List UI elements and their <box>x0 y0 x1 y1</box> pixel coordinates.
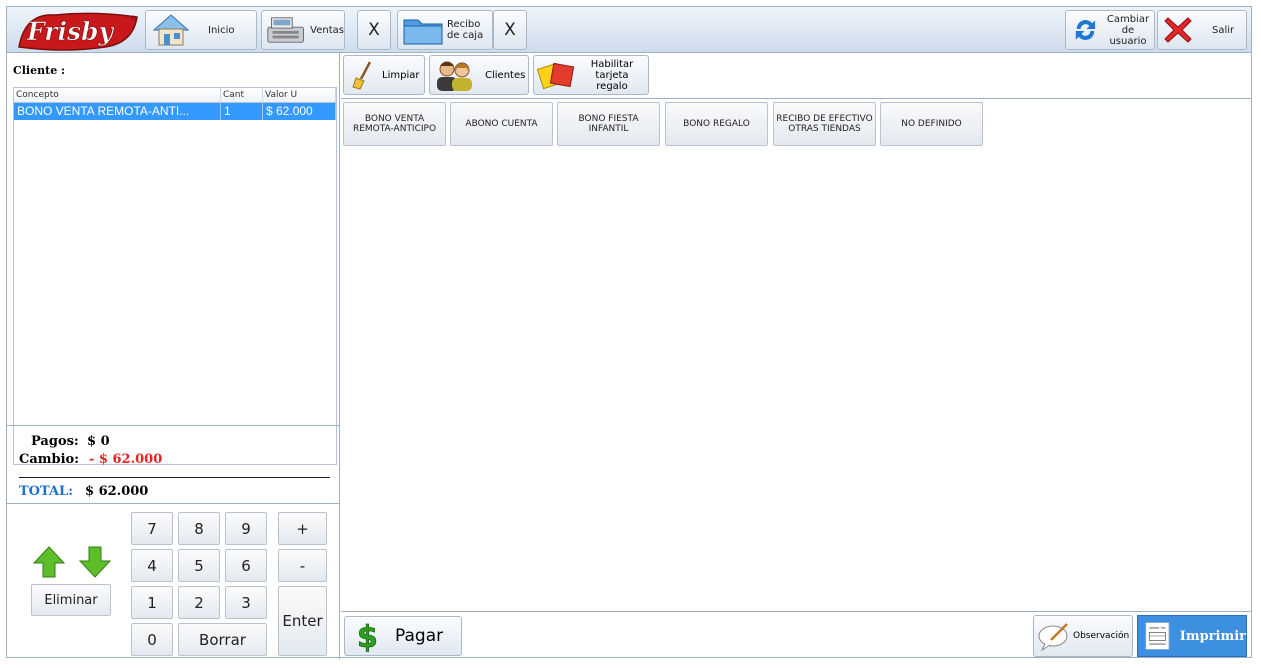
cambiar-usuario-button[interactable]: Cambiar de usuario <box>1065 10 1155 50</box>
ventas-close-label: X <box>368 20 380 40</box>
habilitar-tarjeta-regalo-button[interactable]: Habilitar tarjeta regalo <box>533 55 649 95</box>
total-label: TOTAL: <box>19 484 73 499</box>
observacion-button[interactable]: Observación <box>1033 615 1133 657</box>
recibo-close-label: X <box>504 20 516 40</box>
home-icon <box>152 14 190 46</box>
concept-abono-cuenta[interactable]: ABONO CUENTA <box>450 102 553 146</box>
key-9[interactable]: 9 <box>225 512 267 545</box>
inicio-label: Inicio <box>208 24 235 36</box>
pagos-value: $ 0 <box>87 434 110 449</box>
arrow-up-icon[interactable] <box>31 544 67 580</box>
pagos-label: Pagos: <box>31 434 79 449</box>
concept-bono-regalo[interactable]: BONO REGALO <box>665 102 768 146</box>
key-4[interactable]: 4 <box>131 549 173 582</box>
broom-icon <box>352 61 372 90</box>
order-grid[interactable]: Concepto Cant Valor U BONO VENTA REMOTA-… <box>13 87 337 465</box>
row-cant: 1 <box>221 103 263 120</box>
key-8[interactable]: 8 <box>178 512 220 545</box>
recibo-close-button[interactable]: X <box>493 10 527 50</box>
pagar-button[interactable]: $ Pagar <box>344 616 462 656</box>
people-icon <box>437 61 472 91</box>
bottom-bar: $ Pagar Observación Imprimir <box>341 611 1252 659</box>
salir-label: Salir <box>1212 24 1235 36</box>
red-x-icon <box>1164 17 1192 43</box>
cambio-value: - $ 62.000 <box>89 452 163 467</box>
totals-divider <box>19 477 330 478</box>
plus-button[interactable]: + <box>278 512 327 545</box>
cash-register-icon <box>267 17 304 43</box>
recibo-label: Recibo de caja <box>447 19 484 41</box>
recibo-de-caja-button[interactable]: Recibo de caja <box>397 10 493 50</box>
key-1[interactable]: 1 <box>131 586 173 619</box>
top-toolbar: Frisby ® Inicio Ventas X Recibo de caja … <box>7 7 1251 53</box>
key-0[interactable]: 0 <box>131 623 173 656</box>
row-concepto: BONO VENTA REMOTA-ANTI... <box>14 103 221 120</box>
table-row[interactable]: BONO VENTA REMOTA-ANTI... 1 $ 62.000 <box>14 103 336 120</box>
cambiar-usuario-label: Cambiar de usuario <box>1106 13 1150 47</box>
cliente-label: Cliente : <box>13 64 66 77</box>
imprimir-label: Imprimir <box>1179 628 1246 644</box>
clientes-button[interactable]: Clientes <box>429 55 529 95</box>
ventas-label: Ventas <box>310 24 344 36</box>
key-5[interactable]: 5 <box>178 549 220 582</box>
concept-bono-venta-remota[interactable]: BONO VENTA REMOTA-ANTICIPO <box>343 102 446 146</box>
keypad: Eliminar 7 8 9 4 5 6 1 2 3 0 Borrar + - … <box>7 503 340 659</box>
concept-recibo-efectivo-otras-tiendas[interactable]: RECIBO DE EFECTIVO OTRAS TIENDAS <box>773 102 876 146</box>
folder-icon <box>403 19 443 45</box>
imprimir-button[interactable]: Imprimir <box>1137 615 1247 657</box>
clientes-label: Clientes <box>485 69 526 81</box>
speech-bubble-pencil-icon <box>1038 623 1068 652</box>
ventas-button[interactable]: Ventas <box>261 10 345 50</box>
observacion-label: Observación <box>1073 631 1130 641</box>
totals-panel: Pagos: $ 0 Cambio: - $ 62.000 TOTAL: $ 6… <box>7 425 340 503</box>
habilitar-label: Habilitar tarjeta regalo <box>590 58 634 92</box>
grid-header: Concepto Cant Valor U <box>14 88 336 103</box>
col-valor-u[interactable]: Valor U <box>263 88 336 102</box>
app-window: Frisby ® Inicio Ventas X Recibo de caja … <box>6 6 1252 659</box>
cambio-label: Cambio: <box>19 452 80 467</box>
col-cant[interactable]: Cant <box>221 88 263 102</box>
eliminar-button[interactable]: Eliminar <box>31 584 111 616</box>
key-3[interactable]: 3 <box>225 586 267 619</box>
left-panel: Cliente : Concepto Cant Valor U BONO VEN… <box>7 53 340 659</box>
svg-text:$: $ <box>357 620 378 653</box>
col-concepto[interactable]: Concepto <box>14 88 221 102</box>
key-2[interactable]: 2 <box>178 586 220 619</box>
key-6[interactable]: 6 <box>225 549 267 582</box>
salir-button[interactable]: Salir <box>1157 10 1247 50</box>
limpiar-button[interactable]: Limpiar <box>343 55 425 95</box>
document-icon <box>1145 622 1170 650</box>
key-7[interactable]: 7 <box>131 512 173 545</box>
limpiar-label: Limpiar <box>382 69 420 81</box>
inicio-button[interactable]: Inicio <box>145 10 257 50</box>
refresh-arrows-icon <box>1075 20 1096 40</box>
row-valor: $ 62.000 <box>263 103 336 120</box>
svg-text:®: ® <box>130 15 137 23</box>
frisby-logo: Frisby ® <box>15 9 143 51</box>
borrar-button[interactable]: Borrar <box>178 623 267 656</box>
total-value: $ 62.000 <box>85 484 149 499</box>
gift-cards-icon <box>537 62 575 90</box>
svg-text:Frisby: Frisby <box>26 17 115 46</box>
concept-no-definido[interactable]: NO DEFINIDO <box>880 102 983 146</box>
arrow-down-icon[interactable] <box>77 544 113 580</box>
pagar-label: Pagar <box>395 626 444 646</box>
ventas-close-button[interactable]: X <box>357 10 391 50</box>
dollar-icon: $ <box>357 620 379 653</box>
concept-bono-fiesta-infantil[interactable]: BONO FIESTA INFANTIL <box>557 102 660 146</box>
minus-button[interactable]: - <box>278 549 327 582</box>
right-toolbar: Limpiar Clientes Habilitar tarjeta regal… <box>341 53 1252 99</box>
enter-button[interactable]: Enter <box>278 586 327 656</box>
